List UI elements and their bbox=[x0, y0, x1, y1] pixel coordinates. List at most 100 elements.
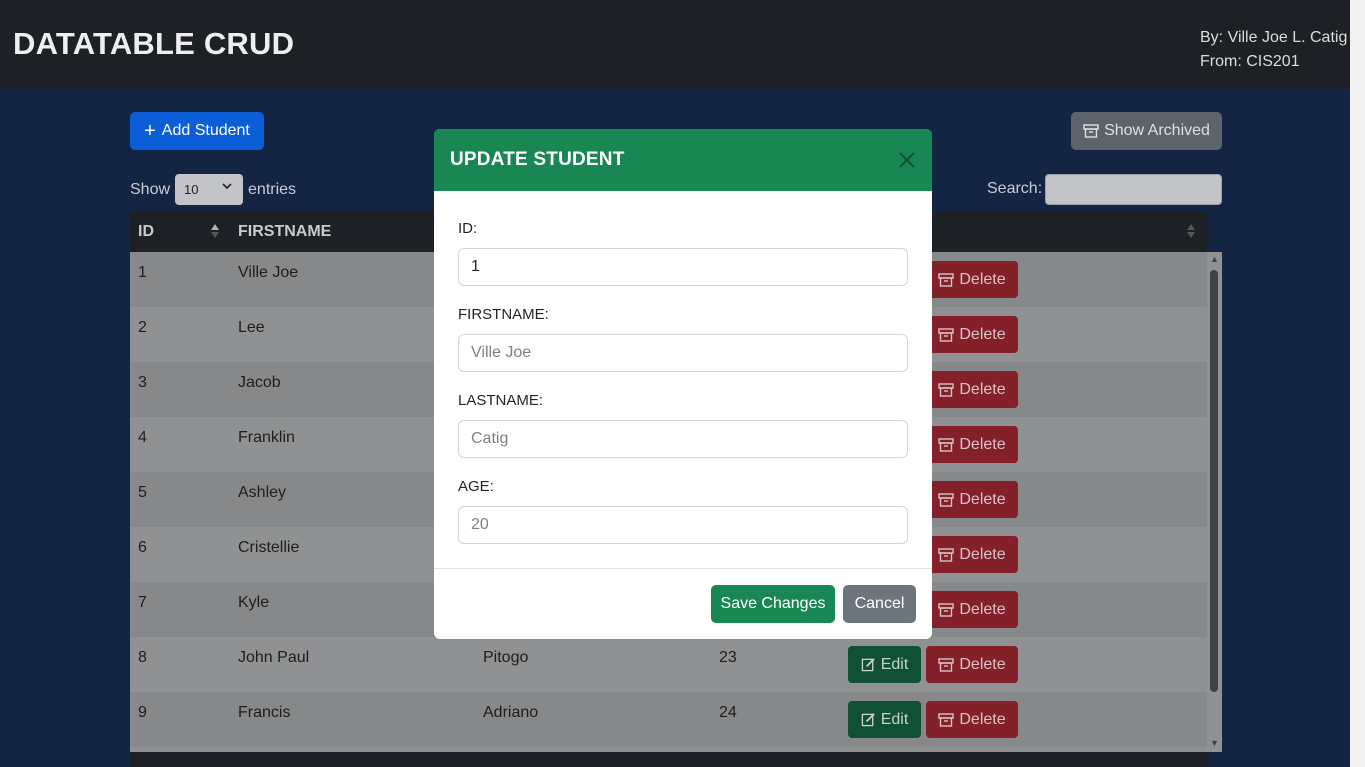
show-label: Show bbox=[130, 180, 171, 198]
delete-button[interactable]: Delete bbox=[926, 261, 1018, 298]
archive-icon bbox=[938, 712, 955, 727]
delete-label: Delete bbox=[959, 325, 1006, 343]
delete-label: Delete bbox=[959, 600, 1006, 618]
entries-length-control: Show 10 entries bbox=[130, 174, 296, 205]
cell-id: 9 bbox=[138, 704, 147, 721]
scroll-up-icon[interactable]: ▲ bbox=[1210, 254, 1219, 264]
edit-label: Edit bbox=[880, 710, 909, 728]
update-student-modal: UPDATE STUDENT ID: 1 FIRSTNAME: Ville Jo… bbox=[434, 129, 932, 639]
search-input[interactable] bbox=[1045, 174, 1222, 205]
cell-lastname: Adriano bbox=[483, 704, 539, 721]
plus-icon: + bbox=[144, 120, 156, 142]
delete-label: Delete bbox=[959, 490, 1006, 508]
edit-label: Edit bbox=[880, 655, 909, 673]
column-header-firstname[interactable]: FIRSTNAME bbox=[238, 223, 331, 241]
delete-button[interactable]: Delete bbox=[926, 371, 1018, 408]
table-footer bbox=[130, 752, 1207, 767]
edit-icon bbox=[861, 713, 875, 727]
delete-label: Delete bbox=[959, 380, 1006, 398]
delete-button[interactable]: Delete bbox=[926, 316, 1018, 353]
modal-footer-divider bbox=[434, 568, 932, 569]
archive-icon bbox=[938, 327, 955, 342]
edit-button[interactable]: Edit bbox=[848, 701, 921, 738]
entries-label: entries bbox=[248, 180, 297, 198]
firstname-label: FIRSTNAME: bbox=[458, 306, 549, 323]
cell-firstname: Francis bbox=[238, 704, 291, 721]
archive-icon bbox=[938, 547, 955, 562]
page-scrollbar[interactable] bbox=[1350, 0, 1365, 767]
cancel-button[interactable]: Cancel bbox=[843, 585, 916, 623]
cell-id: 5 bbox=[138, 484, 147, 501]
cell-firstname: Cristellie bbox=[238, 539, 300, 556]
entries-select-value: 10 bbox=[184, 182, 199, 197]
cell-lastname: Pitogo bbox=[483, 649, 529, 666]
table-row: 8 John Paul Pitogo 23 Edit Delete bbox=[130, 637, 1207, 692]
archive-icon bbox=[938, 657, 955, 672]
archive-icon bbox=[938, 602, 955, 617]
cell-firstname: Lee bbox=[238, 319, 265, 336]
edit-icon bbox=[861, 658, 875, 672]
cell-id: 1 bbox=[138, 264, 147, 281]
modal-title: UPDATE STUDENT bbox=[450, 149, 625, 170]
cell-id: 3 bbox=[138, 374, 147, 391]
delete-label: Delete bbox=[959, 710, 1006, 728]
age-field[interactable]: 20 bbox=[458, 506, 908, 544]
archive-icon bbox=[1083, 124, 1099, 138]
delete-button[interactable]: Delete bbox=[926, 536, 1018, 573]
search-label: Search: bbox=[987, 180, 1043, 197]
cell-firstname: Kyle bbox=[238, 594, 270, 611]
add-student-button[interactable]: + Add Student bbox=[130, 112, 264, 150]
cell-firstname: Ville Joe bbox=[238, 264, 299, 281]
app-header: DATATABLE CRUD By: Ville Joe L. Catig Fr… bbox=[0, 0, 1350, 88]
modal-header: UPDATE STUDENT bbox=[434, 129, 932, 191]
delete-button[interactable]: Delete bbox=[926, 481, 1018, 518]
table-row: 9 Francis Adriano 24 Edit Delete bbox=[130, 692, 1207, 747]
cell-firstname: Jacob bbox=[238, 374, 281, 391]
id-field[interactable]: 1 bbox=[458, 248, 908, 286]
edit-button[interactable]: Edit bbox=[848, 646, 921, 683]
delete-label: Delete bbox=[959, 655, 1006, 673]
entries-select[interactable]: 10 bbox=[175, 174, 244, 205]
author-name: By: Ville Joe L. Catig bbox=[1200, 29, 1348, 46]
cell-id: 6 bbox=[138, 539, 147, 556]
show-archived-label: Show Archived bbox=[1104, 122, 1210, 139]
delete-button[interactable]: Delete bbox=[926, 591, 1018, 628]
cell-id: 4 bbox=[138, 429, 147, 446]
save-changes-button[interactable]: Save Changes bbox=[711, 585, 835, 623]
delete-label: Delete bbox=[959, 435, 1006, 453]
lastname-label: LASTNAME: bbox=[458, 392, 544, 409]
lastname-field[interactable]: Catig bbox=[458, 420, 908, 458]
cell-firstname: Ashley bbox=[238, 484, 287, 501]
age-label: AGE: bbox=[458, 478, 494, 495]
delete-button[interactable]: Delete bbox=[926, 701, 1018, 738]
cell-id: 8 bbox=[138, 649, 147, 666]
archive-icon bbox=[938, 382, 955, 397]
archive-icon bbox=[938, 492, 955, 507]
id-label: ID: bbox=[458, 220, 478, 237]
delete-button[interactable]: Delete bbox=[926, 426, 1018, 463]
delete-button[interactable]: Delete bbox=[926, 646, 1018, 683]
delete-label: Delete bbox=[959, 270, 1006, 288]
author-course: From: CIS201 bbox=[1200, 53, 1300, 70]
scroll-down-icon[interactable]: ▼ bbox=[1210, 738, 1219, 748]
add-student-label: Add Student bbox=[161, 122, 250, 139]
archive-icon bbox=[938, 437, 955, 452]
close-icon[interactable] bbox=[896, 149, 918, 171]
cell-id: 7 bbox=[138, 594, 147, 611]
sort-icon[interactable] bbox=[1186, 223, 1196, 239]
table-scroll-thumb[interactable] bbox=[1210, 270, 1218, 692]
cell-age: 23 bbox=[719, 649, 737, 666]
cell-firstname: Franklin bbox=[238, 429, 295, 446]
firstname-field[interactable]: Ville Joe bbox=[458, 334, 908, 372]
delete-label: Delete bbox=[959, 545, 1006, 563]
cell-id: 2 bbox=[138, 319, 147, 336]
cell-firstname: John Paul bbox=[238, 649, 310, 666]
chevron-down-icon bbox=[222, 183, 232, 190]
cell-age: 24 bbox=[719, 704, 737, 721]
column-header-id[interactable]: ID bbox=[138, 223, 154, 241]
author-info: By: Ville Joe L. Catig From: CIS201 bbox=[1200, 26, 1347, 74]
table-scrollbar[interactable]: ▲ ▼ bbox=[1207, 252, 1222, 752]
show-archived-button[interactable]: Show Archived bbox=[1071, 112, 1222, 150]
archive-icon bbox=[938, 272, 955, 287]
sort-ascending-icon[interactable] bbox=[210, 223, 220, 239]
